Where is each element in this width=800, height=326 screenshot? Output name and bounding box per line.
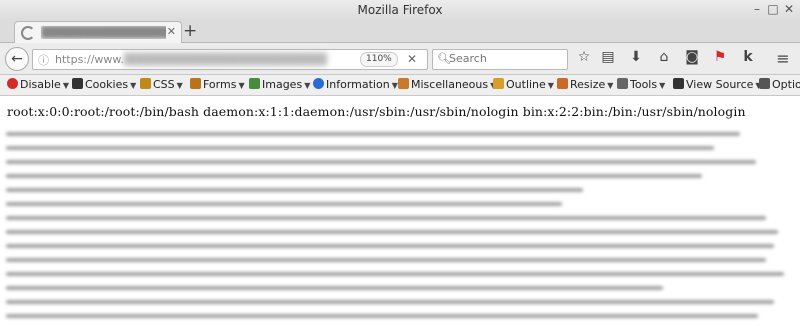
information-icon [313,78,324,89]
reading-list-icon[interactable]: ▤ [599,49,617,65]
minimize-button[interactable]: – [750,2,764,16]
maximize-button[interactable]: □ [766,2,780,16]
redacted-text-line [6,286,663,290]
clear-url-icon[interactable]: ✕ [407,52,417,66]
browser-tab[interactable]: ████████████████ ✕ [14,21,182,43]
redacted-text-line [6,132,740,136]
redacted-text-line [6,202,562,206]
flag-icon[interactable]: ⚑ [711,49,729,65]
outline-icon [493,78,504,89]
miscellaneous-icon [398,78,409,89]
redacted-text-line [6,160,756,164]
redacted-text-line [6,146,714,150]
download-icon[interactable]: ⬇ [627,49,645,65]
window-titlebar: Mozilla Firefox – □ ✕ [0,0,800,20]
images-icon [249,78,260,89]
devbar-item-view-source[interactable]: View Source▼ [673,77,762,93]
options-icon [759,78,770,89]
css-icon [140,78,151,89]
url-redacted: ████████████████████████ [123,53,327,66]
new-tab-button[interactable]: + [183,21,197,41]
devbar-item-forms[interactable]: Forms ▼ [190,77,245,93]
window-title: Mozilla Firefox [357,3,443,17]
url-text[interactable]: https://www.████████████████████████ [55,53,327,66]
devbar-item-options[interactable]: Options [759,77,800,93]
tools-icon [617,78,628,89]
redacted-text-line [6,314,758,318]
devbar-item-disable[interactable]: Disable ▼ [7,77,69,93]
resize-icon [557,78,568,89]
redacted-text-line [6,244,774,248]
redacted-text-line [6,216,766,220]
devbar-item-miscellaneous[interactable]: Miscellaneous▼ [398,77,496,93]
back-button[interactable]: ← [5,47,29,71]
home-icon[interactable]: ⌂ [655,49,673,65]
redacted-text-line [6,258,766,262]
redacted-text-line [6,174,702,178]
redacted-text-line [6,230,778,234]
devbar-item-information[interactable]: Information ▼ [313,77,398,93]
tab-strip: ████████████████ ✕ + [0,20,800,43]
site-info-icon[interactable]: ⓘ [38,52,49,68]
close-tab-icon[interactable]: ✕ [167,25,176,38]
loading-favicon-icon [21,26,35,40]
devbar-item-outline[interactable]: Outline ▼ [493,77,554,93]
view-source-icon [673,78,684,89]
search-box[interactable]: 🔍︎ [432,49,568,70]
disable-icon [7,78,18,89]
k-icon[interactable]: k [739,49,757,65]
redacted-text-line [6,300,774,304]
devbar-item-images[interactable]: Images ▼ [249,77,310,93]
redacted-text-line [6,188,583,192]
close-window-button[interactable]: ✕ [782,2,796,16]
zoom-indicator[interactable]: 110% [360,52,398,67]
bookmark-star-icon[interactable]: ☆ [575,49,593,65]
cookies-icon [72,78,83,89]
search-input[interactable] [449,52,559,65]
passwd-first-line: root:x:0:0:root:/root:/bin/bash daemon:x… [7,104,746,119]
devbar-item-resize[interactable]: Resize ▼ [557,77,613,93]
forms-icon [190,78,201,89]
devbar-item-cookies[interactable]: Cookies ▼ [72,77,136,93]
devbar-item-css[interactable]: CSS ▼ [140,77,183,93]
web-developer-toolbar: Disable ▼ Cookies ▼ CSS ▼ Forms ▼ Images ▼ In… [0,75,800,96]
redacted-text-line [6,272,784,276]
tab-title: ████████████████ [41,26,166,39]
page-content: root:x:0:0:root:/root:/bin/bash daemon:x… [0,96,800,326]
hamburger-menu-icon[interactable]: ≡ [774,49,792,68]
navigation-toolbar: ← ⓘ https://www.████████████████████████… [0,43,800,75]
pocket-icon[interactable]: ◙ [683,49,701,65]
devbar-item-tools[interactable]: Tools ▼ [617,77,665,93]
url-bar[interactable]: ⓘ https://www.████████████████████████ 1… [32,49,428,70]
